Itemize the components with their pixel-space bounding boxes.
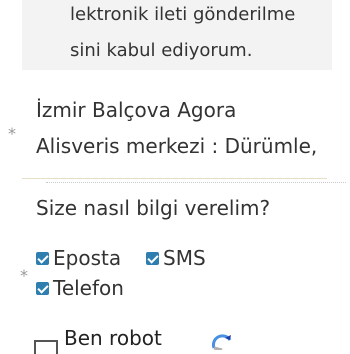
checkbox-checked-icon[interactable] [36, 281, 49, 295]
checkbox-checked-icon[interactable] [36, 251, 49, 265]
checkbox-checked-icon[interactable] [146, 251, 159, 265]
phone-checkbox[interactable]: Telefon [36, 276, 124, 300]
option-divider [46, 182, 346, 183]
not-robot-label: Ben robot [64, 326, 162, 350]
email-checkbox[interactable]: Eposta [36, 246, 121, 270]
recaptcha-logo-icon [211, 334, 232, 350]
consent-box: lektronik ileti gönderilme sini kabul ed… [22, 0, 332, 70]
sms-checkbox[interactable]: SMS [146, 246, 206, 270]
field-underline [22, 178, 327, 179]
location-select-value-line-2: Alisveris merkezi : Dürümle, [36, 134, 318, 158]
required-asterisk-contact: * [20, 266, 28, 285]
location-select-value-line-1: İzmir Balçova Agora [36, 98, 237, 122]
required-asterisk-location: * [8, 124, 16, 143]
consent-text-line-2: sini kabul ediyorum. [70, 40, 253, 61]
location-select[interactable]: İzmir Balçova Agora Alisveris merkezi : … [22, 92, 346, 183]
sms-checkbox-label: SMS [163, 246, 206, 270]
not-robot-checkbox[interactable] [34, 340, 58, 354]
contact-question-label: Size nasıl bilgi verelim? [36, 196, 271, 220]
consent-text-line-1: lektronik ileti gönderilme [70, 4, 296, 25]
phone-checkbox-label: Telefon [53, 276, 124, 300]
email-checkbox-label: Eposta [53, 246, 122, 270]
